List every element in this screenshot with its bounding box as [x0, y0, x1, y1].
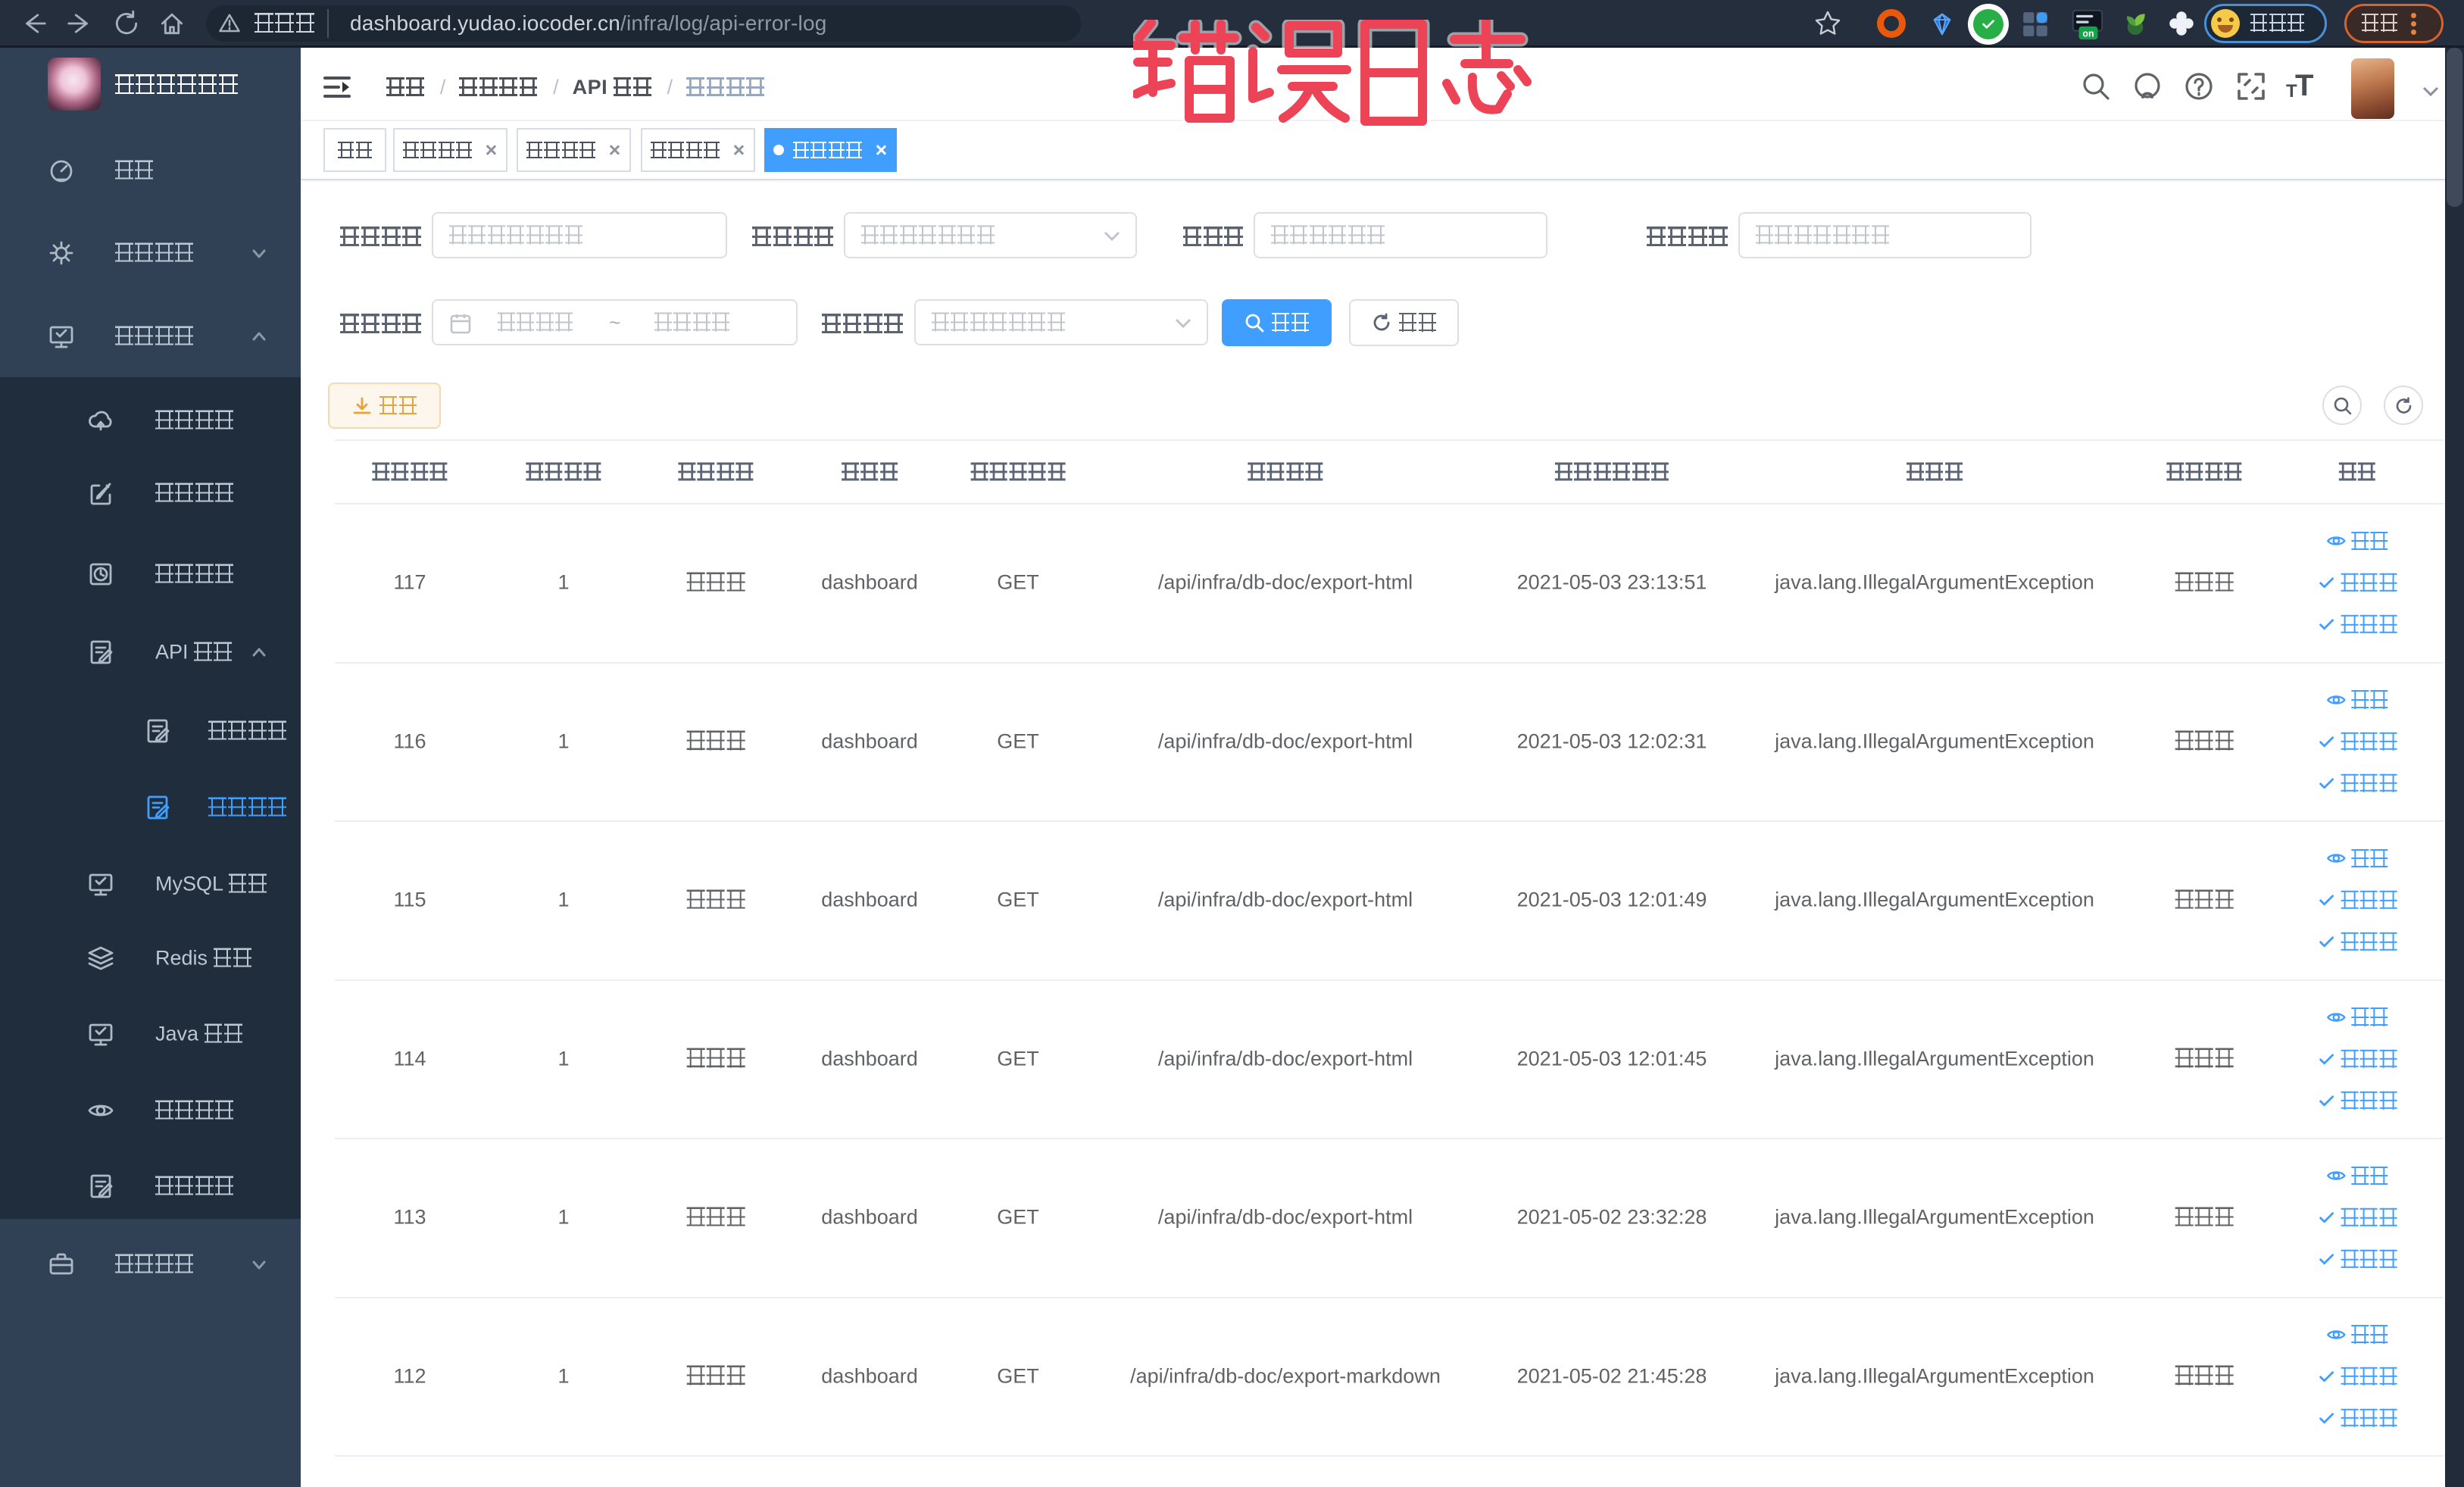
svg-text:T: T [2295, 70, 2313, 102]
svg-text:on: on [2082, 28, 2094, 39]
svg-text:T: T [2286, 81, 2297, 102]
